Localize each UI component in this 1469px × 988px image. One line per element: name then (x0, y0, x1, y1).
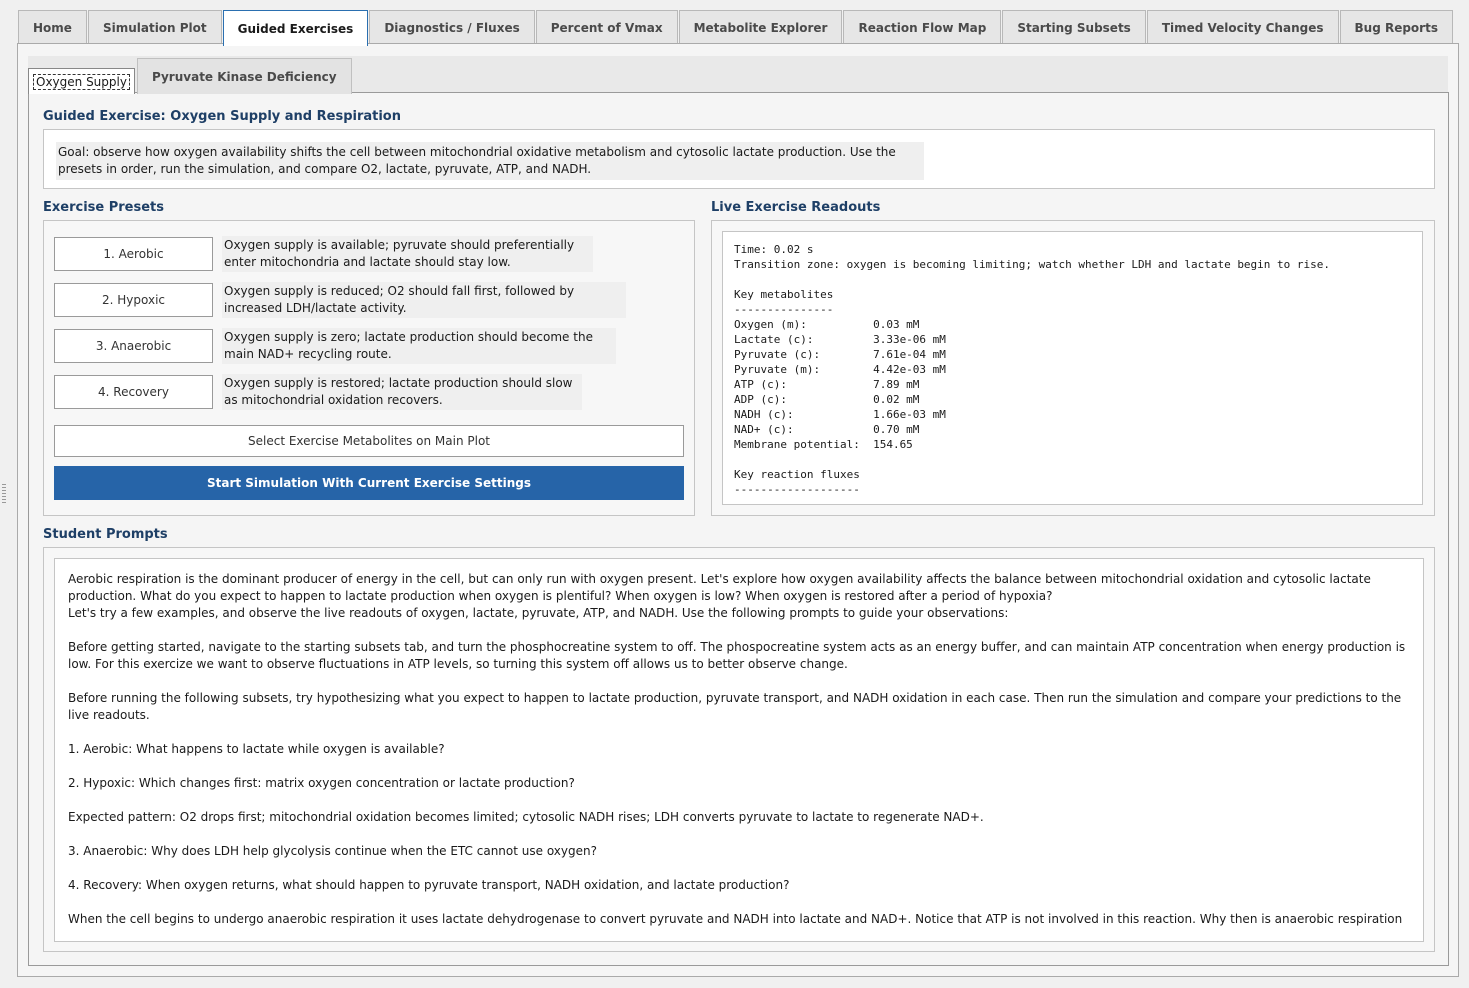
student-prompts-text[interactable]: Aerobic respiration is the dominant prod… (54, 558, 1424, 942)
tab-percent-of-vmax[interactable]: Percent of Vmax (535, 10, 678, 44)
readouts-box: Time: 0.02 s Transition zone: oxygen is … (711, 220, 1435, 516)
preset-row-hypoxic: 2. Hypoxic Oxygen supply is reduced; O2 … (54, 282, 626, 318)
anaerobic-preset-description: Oxygen supply is zero; lactate productio… (222, 328, 616, 364)
prompt-expected-pattern: Expected pattern: O2 drops first; mitoch… (68, 810, 984, 824)
tab-home[interactable]: Home (18, 10, 87, 44)
tab-starting-subsets[interactable]: Starting Subsets (1002, 10, 1146, 44)
preset-row-recovery: 4. Recovery Oxygen supply is restored; l… (54, 374, 582, 410)
prompt-question-recovery: 4. Recovery: When oxygen returns, what s… (68, 878, 790, 892)
tab-diagnostics-fluxes[interactable]: Diagnostics / Fluxes (369, 10, 535, 44)
tab-metabolite-explorer[interactable]: Metabolite Explorer (678, 10, 843, 44)
anaerobic-preset-button[interactable]: 3. Anaerobic (54, 329, 213, 363)
preset-row-aerobic: 1. Aerobic Oxygen supply is available; p… (54, 236, 593, 272)
select-exercise-metabolites-button[interactable]: Select Exercise Metabolites on Main Plot (54, 425, 684, 457)
live-readout-text[interactable]: Time: 0.02 s Transition zone: oxygen is … (722, 231, 1423, 505)
readouts-heading: Live Exercise Readouts (711, 200, 881, 215)
prompts-box: Aerobic respiration is the dominant prod… (43, 547, 1435, 952)
presets-heading: Exercise Presets (43, 200, 164, 215)
tab-reaction-flow-map[interactable]: Reaction Flow Map (843, 10, 1002, 44)
goal-text: Goal: observe how oxygen availability sh… (56, 142, 924, 180)
main-tab-bar: Home Simulation Plot Guided Exercises Di… (18, 10, 1454, 46)
presets-box: 1. Aerobic Oxygen supply is available; p… (43, 220, 695, 516)
prompt-closing: When the cell begins to undergo anaerobi… (68, 912, 1403, 926)
aerobic-preset-description: Oxygen supply is available; pyruvate sho… (222, 236, 593, 272)
prompt-question-hypoxic: 2. Hypoxic: Which changes first: matrix … (68, 776, 575, 790)
tab-bug-reports[interactable]: Bug Reports (1339, 10, 1453, 44)
tab-oxygen-supply-label: Oxygen Supply (33, 73, 130, 90)
prompt-intro-2: Let's try a few examples, and observe th… (68, 606, 1009, 620)
start-simulation-button[interactable]: Start Simulation With Current Exercise S… (54, 466, 684, 500)
prompt-setup: Before getting started, navigate to the … (68, 640, 1406, 671)
prompts-heading: Student Prompts (43, 527, 168, 542)
splitter-grip[interactable] (2, 484, 6, 504)
preset-row-anaerobic: 3. Anaerobic Oxygen supply is zero; lact… (54, 328, 616, 364)
prompt-intro-1: Aerobic respiration is the dominant prod… (68, 572, 1371, 603)
tab-guided-exercises[interactable]: Guided Exercises (222, 10, 369, 46)
exercise-tab-bar: Oxygen Supply Pyruvate Kinase Deficiency (28, 56, 352, 94)
goal-box: Goal: observe how oxygen availability sh… (43, 129, 1435, 189)
prompt-question-aerobic: 1. Aerobic: What happens to lactate whil… (68, 742, 445, 756)
tab-timed-velocity-changes[interactable]: Timed Velocity Changes (1146, 10, 1339, 44)
tab-oxygen-supply[interactable]: Oxygen Supply (28, 68, 135, 94)
recovery-preset-button[interactable]: 4. Recovery (54, 375, 213, 409)
oxygen-supply-panel: Guided Exercise: Oxygen Supply and Respi… (28, 92, 1449, 966)
guided-exercises-panel: Oxygen Supply Pyruvate Kinase Deficiency… (17, 43, 1459, 977)
hypoxic-preset-description: Oxygen supply is reduced; O2 should fall… (222, 282, 626, 318)
exercise-title: Guided Exercise: Oxygen Supply and Respi… (43, 109, 401, 124)
prompt-hypothesis: Before running the following subsets, tr… (68, 691, 1402, 722)
recovery-preset-description: Oxygen supply is restored; lactate produ… (222, 374, 582, 410)
prompt-question-anaerobic: 3. Anaerobic: Why does LDH help glycolys… (68, 844, 597, 858)
tab-pyruvate-kinase-deficiency[interactable]: Pyruvate Kinase Deficiency (136, 58, 352, 94)
tab-simulation-plot[interactable]: Simulation Plot (87, 10, 222, 44)
aerobic-preset-button[interactable]: 1. Aerobic (54, 237, 213, 271)
hypoxic-preset-button[interactable]: 2. Hypoxic (54, 283, 213, 317)
